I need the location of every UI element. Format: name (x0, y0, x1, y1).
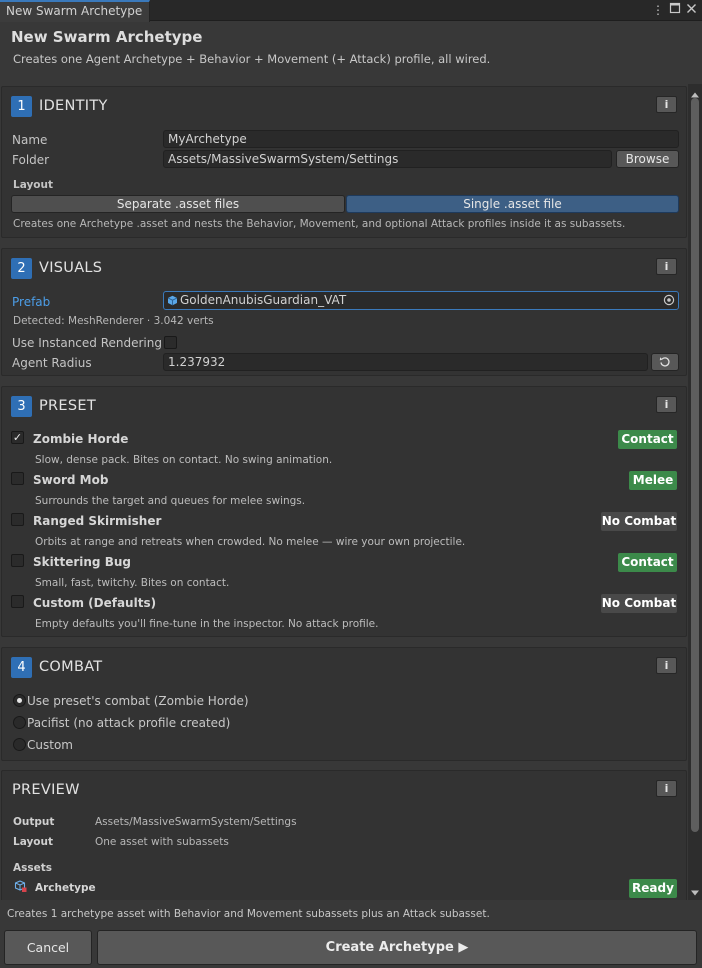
page-title: New Swarm Archetype (11, 28, 203, 46)
preset-desc: Empty defaults you'll fine-tune in the i… (35, 618, 379, 630)
section-number: 1 (11, 96, 32, 117)
info-button[interactable]: i (656, 96, 677, 113)
cube-icon (167, 295, 178, 306)
archetype-asset-icon (14, 880, 27, 893)
preset-checkbox-skittering-bug[interactable] (11, 554, 24, 567)
combat-option-label[interactable]: Use preset's combat (Zombie Horde) (27, 694, 249, 708)
browse-button[interactable]: Browse (616, 150, 679, 168)
visuals-panel: 2 VISUALS i Prefab GoldenAnubisGuardian_… (1, 248, 687, 376)
prefab-field[interactable]: GoldenAnubisGuardian_VAT (163, 291, 679, 310)
combat-radio-custom[interactable] (13, 738, 26, 751)
kebab-menu-icon[interactable]: ⋮ (650, 2, 666, 18)
assets-label: Assets (13, 862, 53, 874)
create-archetype-button[interactable]: Create Archetype ▶ (97, 930, 697, 965)
footer-note: Creates 1 archetype asset with Behavior … (7, 908, 490, 920)
output-value: Assets/MassiveSwarmSystem/Settings (95, 816, 297, 828)
cancel-button[interactable]: Cancel (4, 930, 92, 965)
section-title: COMBAT (39, 659, 103, 675)
page-subtitle: Creates one Agent Archetype + Behavior +… (13, 52, 491, 66)
preset-badge: Contact (618, 553, 677, 572)
radius-field[interactable]: 1.237932 (163, 353, 648, 371)
maximize-icon[interactable] (667, 2, 683, 18)
instanced-label: Use Instanced Rendering (12, 336, 162, 350)
combat-option-label[interactable]: Custom (27, 738, 73, 752)
section-number: 3 (11, 396, 32, 417)
info-button[interactable]: i (656, 657, 677, 674)
section-title: PREVIEW (12, 782, 80, 798)
preset-desc: Orbits at range and retreats when crowde… (35, 536, 466, 548)
preset-name[interactable]: Sword Mob (33, 473, 108, 487)
scroll-up-icon[interactable] (690, 88, 700, 98)
radius-label: Agent Radius (12, 356, 92, 370)
instanced-checkbox[interactable] (164, 336, 177, 349)
preset-badge: No Combat (601, 512, 677, 531)
section-title: PRESET (39, 398, 97, 414)
section-title: IDENTITY (39, 98, 108, 114)
layout-separate-button[interactable]: Separate .asset files (11, 195, 345, 213)
layout-label: Layout (13, 179, 54, 191)
detected-text: Detected: MeshRenderer · 3.042 verts (13, 315, 214, 327)
window-tab[interactable]: New Swarm Archetype (0, 0, 150, 22)
combat-panel: 4 COMBAT i Use preset's combat (Zombie H… (1, 647, 687, 761)
folder-field[interactable]: Assets/MassiveSwarmSystem/Settings (163, 150, 612, 168)
preset-name[interactable]: Ranged Skirmisher (33, 514, 161, 528)
layout-summary-value: One asset with subassets (95, 836, 229, 848)
layout-single-button[interactable]: Single .asset file (346, 195, 679, 213)
info-button[interactable]: i (656, 396, 677, 413)
reset-icon (659, 357, 670, 367)
asset-status-badge: Ready (629, 879, 677, 898)
preset-badge: Melee (629, 471, 677, 490)
name-field[interactable]: MyArchetype (163, 130, 679, 148)
preset-desc: Slow, dense pack. Bites on contact. No s… (35, 454, 333, 466)
combat-radio-pacifist[interactable] (13, 716, 26, 729)
preset-desc: Surrounds the target and queues for mele… (35, 495, 306, 507)
scroll-down-icon[interactable] (690, 886, 700, 896)
info-button[interactable]: i (656, 780, 677, 797)
preset-checkbox-zombie-horde[interactable]: ✓ (11, 431, 24, 444)
preset-badge: No Combat (601, 594, 677, 613)
name-label: Name (12, 133, 48, 147)
preset-desc: Small, fast, twitchy. Bites on contact. (35, 577, 230, 589)
scroll-area[interactable]: 1 IDENTITY i Name MyArchetype Folder Ass… (0, 84, 688, 900)
preview-panel: PREVIEW i Output Assets/MassiveSwarmSyst… (1, 770, 687, 900)
output-label: Output (13, 816, 55, 828)
preset-checkbox-sword-mob[interactable] (11, 472, 24, 485)
combat-radio-preset[interactable] (13, 694, 26, 707)
prefab-value: GoldenAnubisGuardian_VAT (180, 293, 347, 307)
section-title: VISUALS (39, 260, 103, 276)
preset-name[interactable]: Skittering Bug (33, 555, 131, 569)
identity-panel: 1 IDENTITY i Name MyArchetype Folder Ass… (1, 86, 687, 238)
prefab-label: Prefab (12, 295, 51, 309)
preset-name[interactable]: Zombie Horde (33, 432, 128, 446)
preset-name[interactable]: Custom (Defaults) (33, 596, 156, 610)
section-number: 2 (11, 258, 32, 279)
preset-panel: 3 PRESET i ✓ Zombie Horde Slow, dense pa… (1, 386, 687, 637)
combat-option-label[interactable]: Pacifist (no attack profile created) (27, 716, 230, 730)
preset-checkbox-ranged-skirmisher[interactable] (11, 513, 24, 526)
close-icon[interactable] (683, 2, 699, 18)
section-number: 4 (11, 657, 32, 678)
folder-label: Folder (12, 153, 50, 167)
reset-button[interactable] (651, 353, 679, 371)
preset-badge: Contact (618, 430, 677, 449)
info-button[interactable]: i (656, 258, 677, 275)
layout-summary-label: Layout (13, 836, 54, 848)
asset-name: Archetype (35, 882, 96, 894)
layout-help-text: Creates one Archetype .asset and nests t… (13, 218, 626, 230)
object-picker-icon[interactable] (663, 294, 675, 306)
scrollbar-thumb[interactable] (691, 98, 699, 832)
preset-checkbox-custom[interactable] (11, 595, 24, 608)
